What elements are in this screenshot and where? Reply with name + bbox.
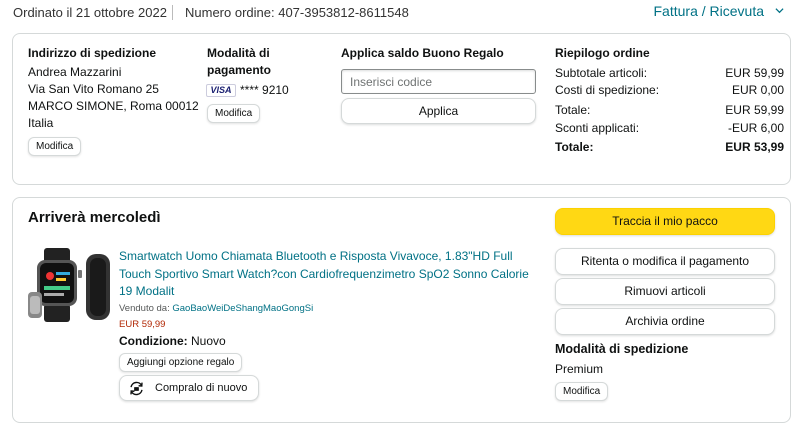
shipping-address-title: Indirizzo di spedizione [28,46,157,60]
arrival-heading: Arriverà mercoledì [28,209,161,226]
header-divider [172,5,173,20]
product-image[interactable] [28,246,112,324]
summary-label: Totale: [555,103,591,117]
sold-by: Venduto da: GaoBaoWeiDeShangMaoGongSi [119,303,313,314]
condition-label: Condizione: [119,334,188,348]
sold-by-prefix: Venduto da: [119,303,173,314]
order-number: Numero ordine: 407-3953812-8611548 [185,5,409,20]
order-date: Ordinato il 21 ottobre 2022 [13,5,167,20]
product-condition: Condizione: Nuovo [119,334,226,348]
product-title-link[interactable]: Smartwatch Uomo Chiamata Bluetooth e Ris… [119,248,544,301]
gift-code-input[interactable]: Inserisci codice [341,69,536,94]
shipping-method-title: Modalità di spedizione [555,342,689,356]
archive-order-button[interactable]: Archivia ordine [555,308,775,335]
apply-gift-card-button[interactable]: Applica [341,98,536,124]
chevron-down-icon[interactable] [775,6,784,15]
edit-address-button[interactable]: Modifica [28,137,82,156]
summary-total-value: EUR 53,99 [725,140,784,154]
summary-label: Subtotale articoli: [555,66,648,80]
summary-total-label: Totale: [555,140,594,154]
summary-value: -EUR 6,00 [727,121,784,135]
shipping-method-value: Premium [555,362,604,376]
buy-again-label: Compralo di nuovo [155,382,248,394]
summary-value: EUR 59,99 [725,66,784,80]
address-line: Via San Vito Romano 25 [28,82,159,96]
summary-label: Sconti applicati: [555,121,640,135]
product-price: EUR 59,99 [119,319,166,330]
invoice-link[interactable]: Fattura / Ricevuta [654,3,765,19]
payment-title: Modalità di [207,46,270,60]
gift-card-title: Applica saldo Buono Regalo [341,46,504,60]
add-gift-option-button[interactable]: Aggiungi opzione regalo [119,353,243,372]
address-line: MARCO SIMONE, Roma 00012 [28,99,199,113]
address-line: Italia [28,116,54,130]
order-header: Ordinato il 21 ottobre 2022 Numero ordin… [0,0,800,26]
gift-code-placeholder: Inserisci codice [350,75,433,89]
payment-title-2: pagamento [207,63,272,77]
address-line: Andrea Mazzarini [28,65,122,79]
buy-again-icon [130,381,143,396]
summary-value: EUR 59,99 [725,103,784,117]
remove-items-button[interactable]: Rimuovi articoli [555,278,775,305]
track-package-button[interactable]: Traccia il mio pacco [555,208,775,235]
order-summary-title: Riepilogo ordine [555,46,650,60]
card-number: **** 9210 [240,83,289,97]
summary-value: EUR 0,00 [731,83,784,97]
seller-link[interactable]: GaoBaoWeiDeShangMaoGongSi [172,303,313,314]
retry-payment-button[interactable]: Ritenta o modifica il pagamento [555,248,775,275]
condition-value: Nuovo [191,334,226,348]
summary-label: Costi di spedizione: [555,83,660,97]
edit-shipping-method-button[interactable]: Modifica [555,382,609,401]
visa-card-icon: VISA [206,84,236,97]
buy-again-button[interactable]: Compralo di nuovo [119,375,259,401]
edit-payment-button[interactable]: Modifica [207,104,261,123]
